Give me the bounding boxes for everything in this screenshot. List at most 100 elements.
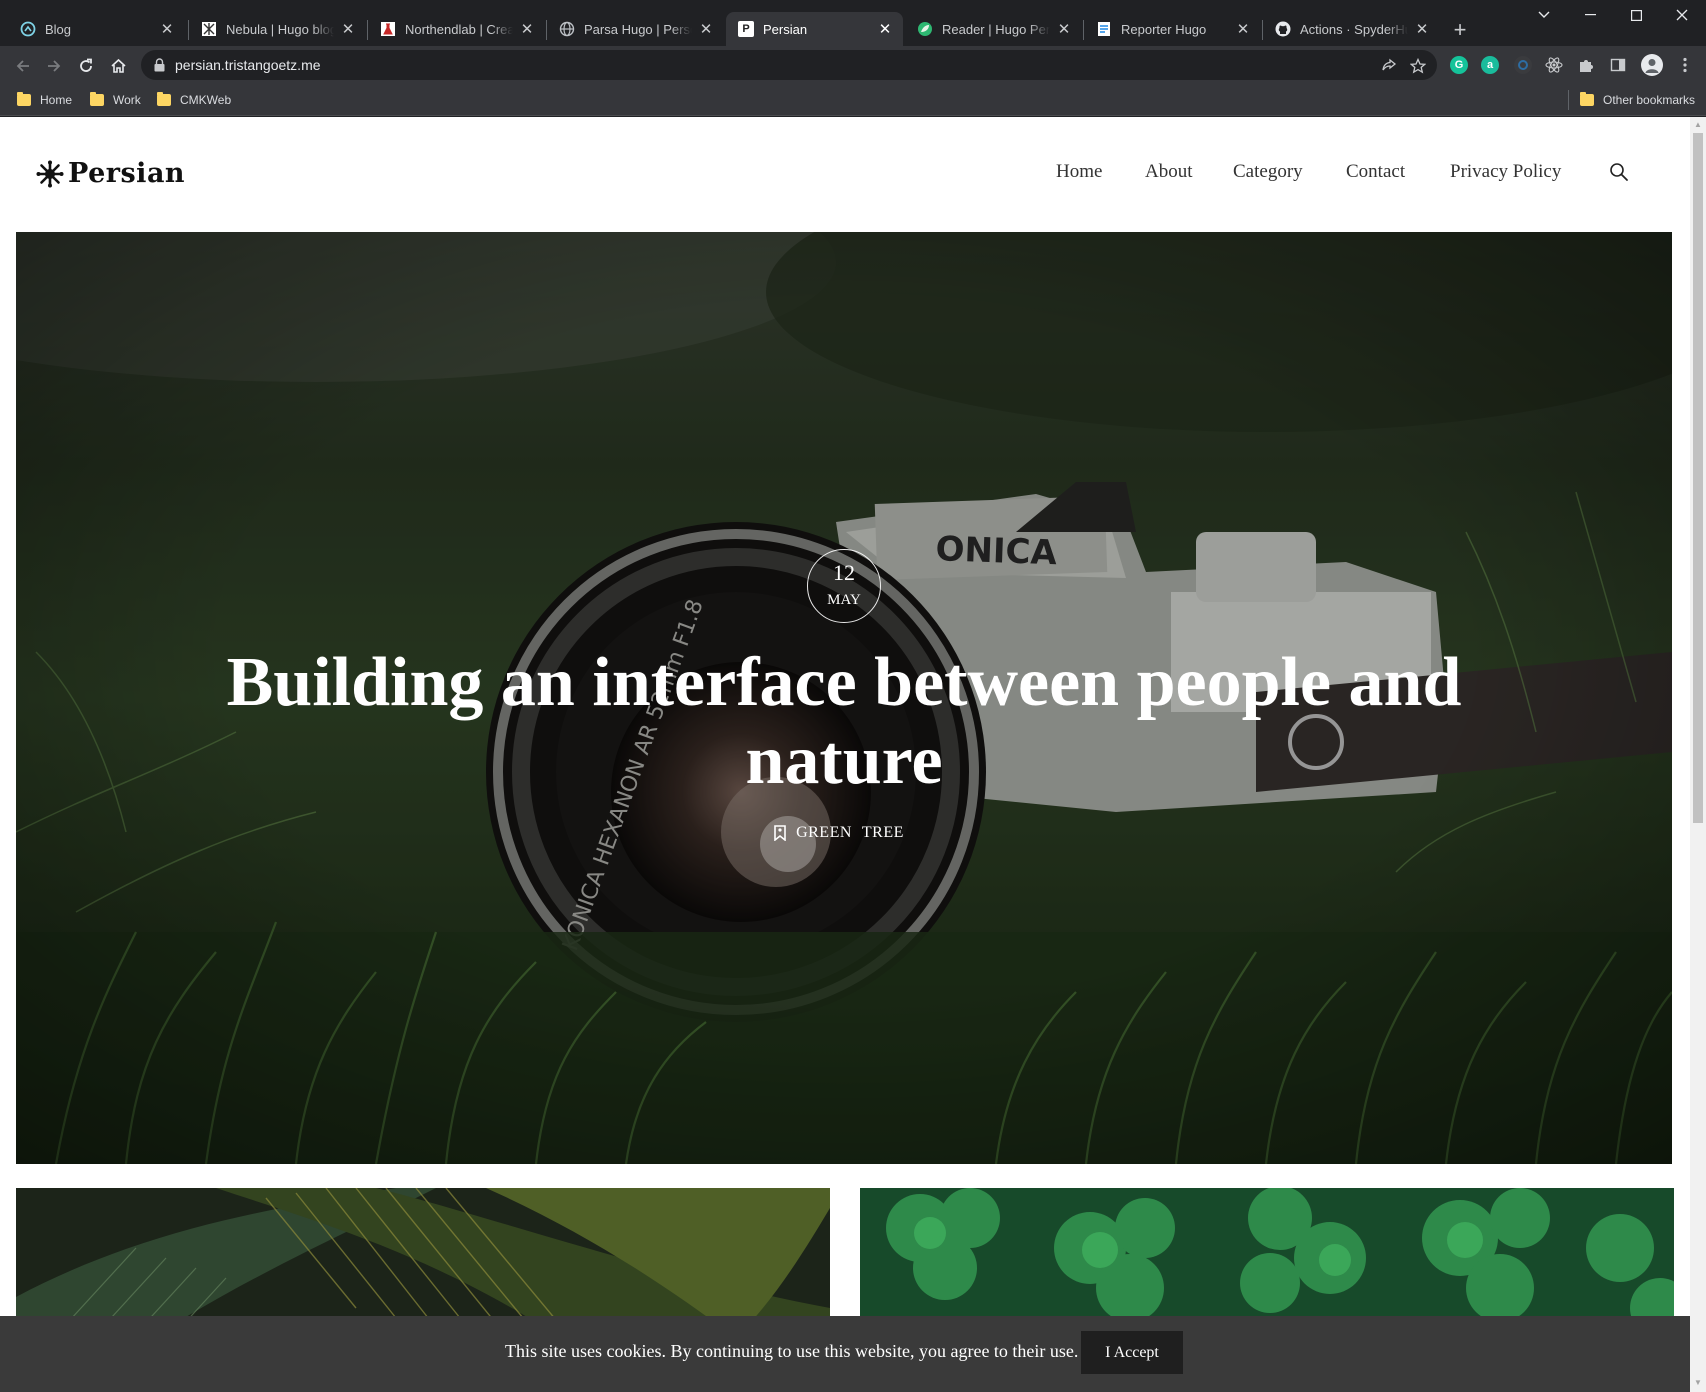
post-title[interactable]: Building an interface between people and… — [166, 644, 1522, 800]
reload-icon — [80, 58, 92, 72]
tab-title: Nebula | Hugo blog theme — [226, 21, 334, 37]
new-tab-button[interactable]: + — [1446, 16, 1474, 44]
arrow-right-icon — [48, 60, 61, 72]
tab-title: Reader | Hugo Personal — [942, 21, 1050, 37]
leaf-icon — [917, 21, 933, 37]
extension-a-icon[interactable]: a — [1481, 56, 1499, 74]
lock-icon[interactable] — [154, 58, 165, 72]
cookie-message: This site uses cookies. By continuing to… — [505, 1341, 1079, 1361]
close-icon — [1676, 9, 1688, 21]
close-icon[interactable]: ✕ — [519, 21, 535, 38]
tag-tree[interactable]: TREE — [862, 824, 904, 842]
url-text[interactable]: persian.tristangoetz.me — [175, 57, 321, 73]
post-date-badge: 12 MAY — [807, 549, 881, 623]
share-icon[interactable] — [1380, 57, 1398, 75]
tab-reader[interactable]: Reader | Hugo Personal ✕ — [905, 12, 1082, 46]
folder-icon — [1580, 92, 1594, 106]
minimize-icon — [1584, 14, 1596, 16]
back-button[interactable] — [10, 53, 36, 79]
p-icon: P — [738, 21, 754, 37]
snowflake-logo-icon — [36, 160, 64, 187]
nav-home[interactable]: Home — [1056, 161, 1102, 183]
flask-icon — [380, 21, 396, 37]
accept-cookies-button[interactable]: I Accept — [1081, 1331, 1183, 1374]
tab-search-button[interactable] — [1521, 0, 1567, 30]
scroll-up-arrow-icon[interactable]: ▲ — [1694, 121, 1702, 129]
scroll-down-arrow-icon[interactable]: ▼ — [1694, 1379, 1702, 1387]
home-icon — [110, 58, 126, 73]
address-bar[interactable]: persian.tristangoetz.me — [141, 50, 1437, 80]
forward-button[interactable] — [41, 53, 67, 79]
page-viewport: Persian Home About Category Contact Priv… — [0, 117, 1690, 1392]
bookmarks-bar: Home Work CMKWeb Other bookmarks — [0, 84, 1706, 116]
extension-dot-icon[interactable] — [1514, 56, 1532, 74]
folder-icon — [90, 92, 104, 106]
side-panel-icon[interactable] — [1609, 56, 1627, 74]
tab-nebula[interactable]: Nebula | Hugo blog theme ✕ — [189, 12, 366, 46]
site-header: Persian Home About Category Contact Priv… — [0, 117, 1690, 232]
search-icon[interactable] — [1609, 162, 1629, 182]
nav-privacy-policy[interactable]: Privacy Policy — [1450, 161, 1561, 183]
bookmark-label: CMKWeb — [180, 93, 232, 107]
bookmark-label: Home — [40, 93, 73, 107]
grammarly-extension-icon[interactable]: G — [1450, 56, 1468, 74]
reload-button[interactable] — [73, 53, 99, 79]
minimize-button[interactable] — [1567, 0, 1613, 30]
tab-northendlab[interactable]: Northendlab | Creative ✕ — [368, 12, 545, 46]
nebula-icon — [201, 21, 217, 37]
bookmark-folder-work[interactable]: Work — [90, 90, 141, 110]
page-scrollbar[interactable]: ▲ ▼ — [1690, 117, 1706, 1392]
bookmark-folder-home[interactable]: Home — [17, 90, 72, 110]
other-bookmarks[interactable]: Other bookmarks — [1568, 90, 1695, 110]
chevron-down-icon — [1538, 11, 1550, 18]
close-icon[interactable]: ✕ — [1414, 21, 1430, 38]
bookmark-star-icon[interactable] — [1409, 57, 1427, 75]
post-tags: GREEN TREE — [16, 824, 1672, 842]
close-icon[interactable]: ✕ — [1235, 21, 1251, 38]
puzzle-extensions-icon[interactable] — [1577, 56, 1595, 74]
close-icon[interactable]: ✕ — [1056, 21, 1072, 38]
tab-blog[interactable]: Blog ✕ — [8, 12, 185, 46]
post-month: MAY — [827, 592, 861, 608]
tab-title: Blog — [45, 21, 72, 37]
bookmark-label: Other bookmarks — [1603, 93, 1696, 107]
post-day: 12 — [833, 560, 855, 585]
tag-green[interactable]: GREEN — [796, 824, 852, 842]
tab-persian[interactable]: P Persian ✕ — [726, 12, 903, 46]
circle-logo-icon — [20, 21, 36, 37]
folder-icon — [17, 92, 31, 106]
bookmark-tag-icon — [774, 825, 786, 841]
featured-post-hero[interactable]: ONICA KONICA HEXANON AR 52mm F1.8 — [16, 232, 1672, 1164]
react-devtools-icon[interactable] — [1545, 56, 1563, 74]
close-icon[interactable]: ✕ — [698, 21, 714, 38]
tab-strip: Blog ✕ Nebula | Hugo blog theme ✕ Northe… — [0, 0, 1706, 46]
tab-parsa[interactable]: Parsa Hugo | Personal ✕ — [547, 12, 724, 46]
bookmark-folder-cmkweb[interactable]: CMKWeb — [157, 90, 231, 110]
tab-actions[interactable]: Actions · SpyderHunter ✕ — [1263, 12, 1440, 46]
close-icon[interactable]: ✕ — [159, 21, 175, 38]
site-logo[interactable]: Persian — [36, 158, 185, 189]
home-button[interactable] — [105, 53, 131, 79]
profile-avatar[interactable] — [1641, 54, 1663, 76]
github-icon — [1275, 21, 1291, 37]
close-window-button[interactable] — [1659, 0, 1705, 30]
tab-reporter[interactable]: Reporter Hugo ✕ — [1084, 12, 1261, 46]
maximize-icon — [1630, 9, 1642, 21]
tab-title: Reporter Hugo — [1121, 21, 1207, 37]
close-icon[interactable]: ✕ — [340, 21, 356, 38]
close-icon[interactable]: ✕ — [877, 21, 893, 38]
tab-title: Parsa Hugo | Personal — [584, 21, 692, 37]
scrollbar-thumb[interactable] — [1693, 133, 1703, 823]
bookmark-label: Work — [113, 93, 141, 107]
tab-title: Actions · SpyderHunter — [1300, 21, 1408, 37]
nav-category[interactable]: Category — [1233, 161, 1303, 183]
nav-contact[interactable]: Contact — [1346, 161, 1405, 183]
arrow-left-icon — [16, 60, 29, 72]
nav-about[interactable]: About — [1145, 161, 1193, 183]
tab-title: Persian — [763, 21, 808, 37]
globe-icon — [559, 21, 575, 37]
tab-title: Northendlab | Creative — [405, 21, 513, 37]
kebab-menu-icon[interactable] — [1676, 56, 1694, 74]
maximize-button[interactable] — [1613, 0, 1659, 30]
cookie-consent-bar: This site uses cookies. By continuing to… — [0, 1316, 1690, 1392]
